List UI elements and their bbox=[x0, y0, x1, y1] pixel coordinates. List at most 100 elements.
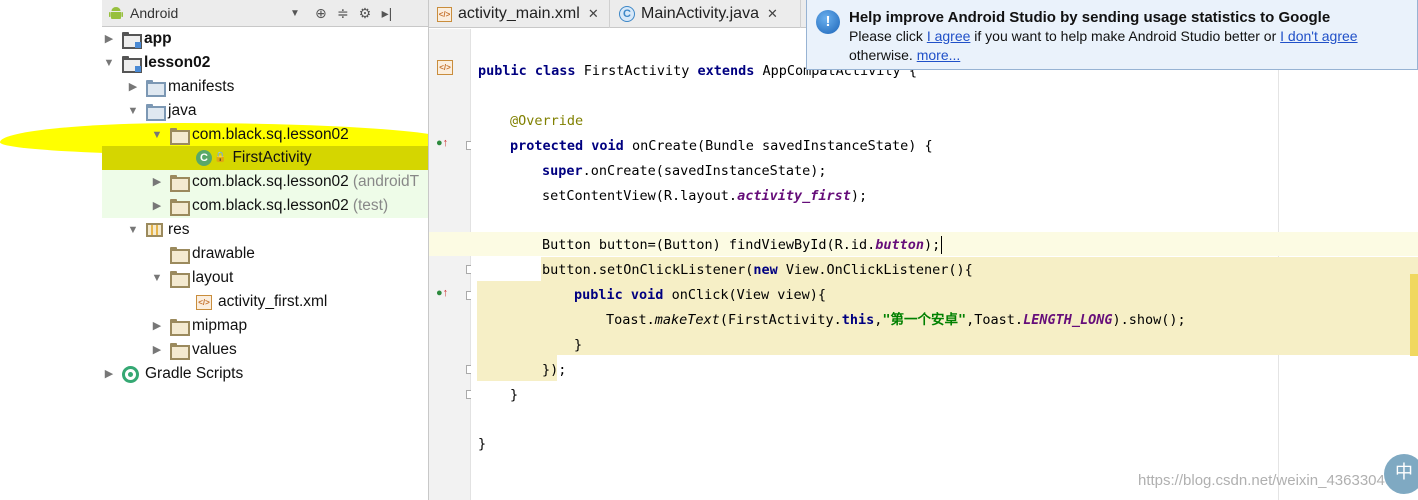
collapsed-arrow-icon[interactable]: ▶ bbox=[150, 338, 164, 362]
tree-item-lesson02[interactable]: ▼ lesson02 bbox=[102, 51, 210, 75]
implement-marker-icon[interactable]: ●↑ bbox=[436, 287, 448, 299]
tree-item-package-main[interactable]: ▼ com.black.sq.lesson02 bbox=[150, 123, 349, 147]
project-pane: Android ▼ ⊕ ≑ ⚙ ▸| ▶ app ▼ lesson02 ▶ ma… bbox=[0, 0, 429, 500]
code-line[interactable]: } bbox=[478, 432, 486, 456]
keyword: protected bbox=[510, 138, 584, 154]
chevron-down-icon[interactable]: ▼ bbox=[290, 8, 300, 19]
tree-item-java[interactable]: ▼ java bbox=[126, 99, 196, 123]
xml-file-icon: </> bbox=[437, 6, 452, 22]
tree-item-activity-first-xml[interactable]: </> activity_first.xml bbox=[196, 290, 327, 314]
agree-link[interactable]: I agree bbox=[927, 28, 971, 44]
field-reference: LENGTH_LONG bbox=[1023, 312, 1113, 328]
keyword: public bbox=[478, 63, 527, 79]
code-line[interactable]: } bbox=[574, 333, 582, 357]
code-editor[interactable]: public class FirstActivity extends AppCo… bbox=[471, 29, 1418, 500]
code-line[interactable]: button.setOnClickListener(new View.OnCli… bbox=[542, 258, 973, 282]
collapsed-arrow-icon[interactable]: ▶ bbox=[102, 362, 116, 386]
annotation: @Override bbox=[510, 113, 584, 129]
collapsed-arrow-icon[interactable]: ▶ bbox=[150, 314, 164, 338]
code-line[interactable]: @Override bbox=[510, 109, 583, 133]
code-text: .onCreate(savedInstanceState); bbox=[582, 163, 827, 179]
expanded-arrow-icon[interactable]: ▼ bbox=[102, 51, 116, 75]
tree-item-mipmap[interactable]: ▶ mipmap bbox=[150, 314, 247, 338]
tree-item-app[interactable]: ▶ app bbox=[102, 27, 172, 51]
code-line[interactable]: super.onCreate(savedInstanceState); bbox=[542, 159, 826, 183]
folder-icon bbox=[170, 319, 190, 336]
code-text: ); bbox=[850, 188, 868, 204]
tree-item-label: com.black.sq.lesson02 bbox=[192, 126, 349, 143]
keyword: public bbox=[574, 287, 623, 303]
collapsed-arrow-icon[interactable]: ▶ bbox=[102, 27, 116, 51]
tree-item-layout[interactable]: ▼ layout bbox=[150, 266, 233, 290]
field-reference: activity_first bbox=[737, 188, 851, 204]
keyword: new bbox=[753, 262, 778, 278]
ime-indicator[interactable]: 中 bbox=[1384, 454, 1418, 494]
tree-item-res[interactable]: ▼ res bbox=[126, 218, 190, 242]
tree-item-gradle-scripts[interactable]: ▶ Gradle Scripts bbox=[102, 362, 243, 386]
code-line[interactable]: Toast.makeText(FirstActivity.this,"第一个安卓… bbox=[606, 308, 1186, 332]
locate-icon[interactable]: ⊕ bbox=[310, 5, 332, 22]
tree-item-label: values bbox=[192, 341, 237, 358]
tree-item-label: com.black.sq.lesson02 bbox=[192, 197, 349, 214]
tree-item-label: java bbox=[168, 102, 197, 119]
tree-item-firstactivity[interactable]: C 🔒 FirstActivity bbox=[196, 146, 312, 170]
code-line[interactable]: public void onClick(View view){ bbox=[574, 283, 826, 307]
code-text: button.setOnClickListener( bbox=[542, 262, 754, 278]
code-line[interactable]: }); bbox=[542, 358, 566, 382]
android-icon bbox=[109, 7, 123, 19]
xml-layout-icon[interactable]: </> bbox=[437, 60, 453, 75]
code-line[interactable]: setContentView(R.layout.activity_first); bbox=[542, 184, 867, 208]
tree-item-label: app bbox=[144, 30, 172, 47]
code-text: } bbox=[574, 337, 583, 353]
editor-gutter: </> ●↑ ●↑ bbox=[429, 29, 475, 500]
tree-item-label: layout bbox=[192, 269, 234, 286]
close-icon[interactable]: ✕ bbox=[588, 0, 599, 28]
view-select[interactable]: Android bbox=[130, 5, 290, 21]
tree-item-label: activity_first.xml bbox=[218, 293, 328, 310]
notification-title: Help improve Android Studio by sending u… bbox=[849, 9, 1331, 26]
scrollbar-marker[interactable] bbox=[1410, 274, 1418, 356]
hide-pane-icon[interactable]: ▸| bbox=[376, 5, 398, 22]
tree-item-label: res bbox=[168, 221, 190, 238]
disagree-link[interactable]: I don't agree bbox=[1280, 28, 1357, 44]
collapse-all-icon[interactable]: ≑ bbox=[332, 5, 354, 22]
code-line[interactable]: } bbox=[510, 383, 518, 407]
keyword: class bbox=[534, 63, 576, 79]
more-link[interactable]: more... bbox=[917, 47, 961, 63]
code-text: ); bbox=[924, 237, 941, 253]
tab-mainactivity-java[interactable]: C MainActivity.java ✕ bbox=[611, 0, 801, 28]
tree-item-drawable[interactable]: drawable bbox=[170, 242, 255, 266]
expanded-arrow-icon[interactable]: ▼ bbox=[126, 218, 140, 242]
close-icon[interactable]: ✕ bbox=[767, 0, 778, 28]
code-line[interactable]: Button button=(Button) findViewById(R.id… bbox=[542, 233, 943, 257]
gradle-icon bbox=[122, 365, 139, 383]
code-line[interactable]: protected void onCreate(Bundle savedInst… bbox=[510, 134, 933, 158]
class-icon: C bbox=[619, 6, 635, 22]
tree-item-label: com.black.sq.lesson02 bbox=[192, 173, 349, 190]
folder-icon bbox=[170, 271, 190, 288]
code-text: onClick(View view){ bbox=[663, 287, 826, 303]
tab-label: activity_main.xml bbox=[458, 5, 580, 22]
notification-text: if you want to help make Android Studio … bbox=[970, 28, 1281, 44]
tab-activity-main-xml[interactable]: </> activity_main.xml ✕ bbox=[429, 0, 610, 28]
collapsed-arrow-icon[interactable]: ▶ bbox=[126, 75, 140, 99]
code-text: } bbox=[478, 436, 487, 452]
project-toolbar: Android ▼ ⊕ ≑ ⚙ ▸| bbox=[102, 0, 428, 27]
tree-item-manifests[interactable]: ▶ manifests bbox=[126, 75, 234, 99]
expanded-arrow-icon[interactable]: ▼ bbox=[150, 266, 164, 290]
tree-item-package-androidtest[interactable]: ▶ com.black.sq.lesson02 (androidT bbox=[150, 170, 419, 194]
tree-item-package-test[interactable]: ▶ com.black.sq.lesson02 (test) bbox=[150, 194, 388, 218]
expanded-arrow-icon[interactable]: ▼ bbox=[126, 99, 140, 123]
expanded-arrow-icon[interactable]: ▼ bbox=[150, 123, 164, 147]
tree-item-values[interactable]: ▶ values bbox=[150, 338, 237, 362]
code-text: ,Toast. bbox=[966, 312, 1024, 328]
keyword: void bbox=[591, 138, 624, 154]
gear-icon[interactable]: ⚙ bbox=[354, 5, 376, 22]
notification-body: Please click I agree if you want to help… bbox=[849, 27, 1417, 65]
method-call: makeText bbox=[654, 312, 720, 328]
collapsed-arrow-icon[interactable]: ▶ bbox=[150, 194, 164, 218]
collapsed-arrow-icon[interactable]: ▶ bbox=[150, 170, 164, 194]
override-marker-icon[interactable]: ●↑ bbox=[436, 137, 448, 149]
tab-label: MainActivity.java bbox=[641, 5, 759, 22]
class-name: FirstActivity bbox=[575, 63, 698, 79]
